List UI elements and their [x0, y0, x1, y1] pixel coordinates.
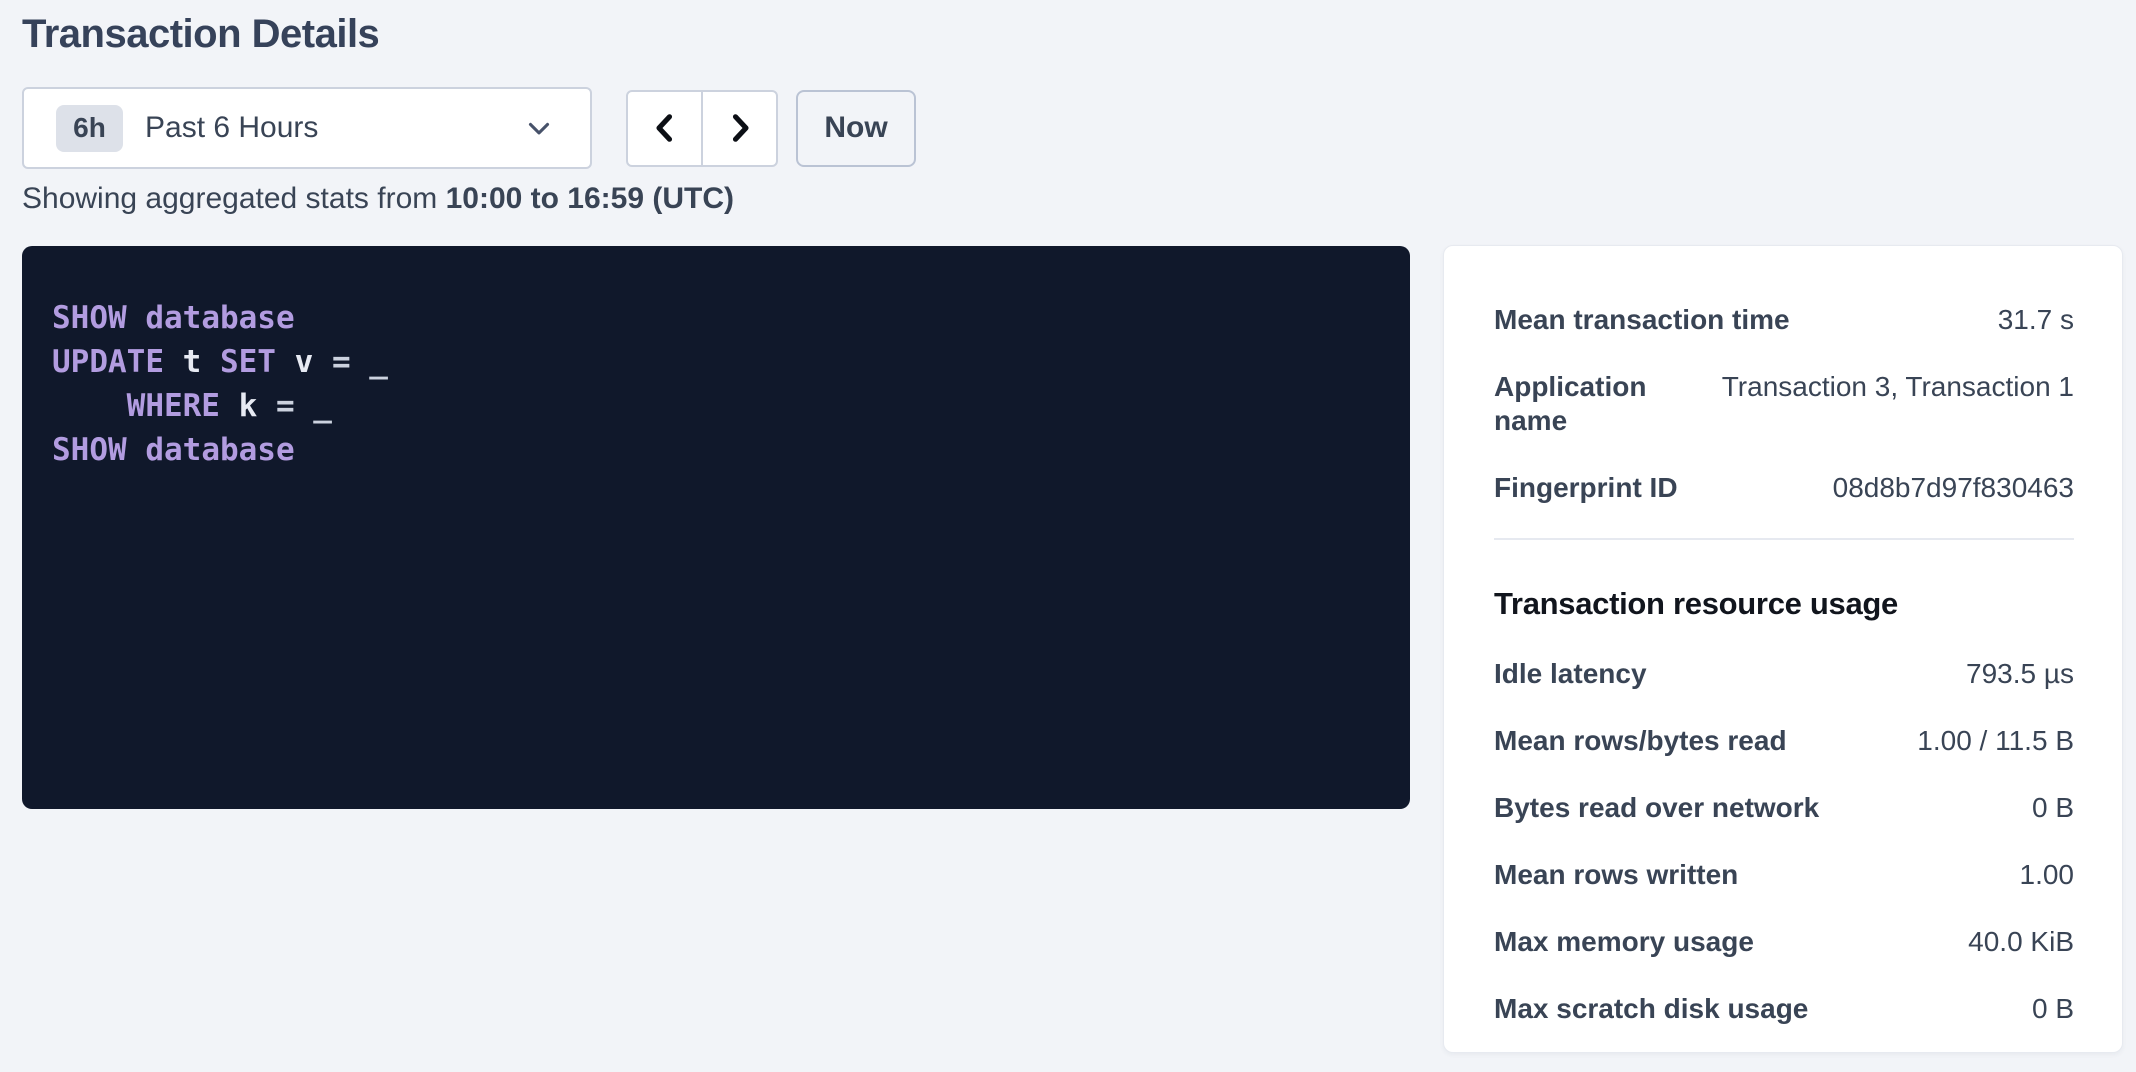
chevron-left-icon — [647, 110, 683, 146]
stat-value: Transaction 3, Transaction 1 — [1722, 370, 2074, 404]
stat-label: Mean rows written — [1494, 858, 1758, 892]
chevron-right-icon — [722, 110, 758, 146]
now-button[interactable]: Now — [796, 90, 916, 167]
previous-interval-button[interactable] — [626, 90, 703, 167]
sql-line: WHERE k = _ — [52, 384, 1380, 428]
stat-row-fingerprint-id: Fingerprint ID 08d8b7d97f830463 — [1494, 471, 2074, 505]
card-divider — [1494, 538, 2074, 540]
stat-row-bytes-read-over-network: Bytes read over network 0 B — [1494, 791, 2074, 825]
stat-label: Fingerprint ID — [1494, 471, 1698, 505]
time-range-label: Past 6 Hours — [145, 111, 318, 145]
stat-row-mean-transaction-time: Mean transaction time 31.7 s — [1494, 303, 2074, 337]
stat-value: 793.5 µs — [1966, 657, 2074, 691]
time-range-badge: 6h — [56, 105, 123, 152]
aggregation-summary-range: 10:00 to 16:59 (UTC) — [446, 182, 734, 215]
transaction-details-card: Mean transaction time 31.7 s Application… — [1443, 245, 2123, 1053]
sql-token: SHOW — [52, 432, 145, 468]
stat-label: Mean rows/bytes read — [1494, 724, 1807, 758]
stat-value: 40.0 KiB — [1968, 925, 2074, 959]
sql-line: SHOW database — [52, 428, 1380, 472]
sql-token: t — [183, 344, 220, 380]
stat-row-max-memory-usage: Max memory usage 40.0 KiB — [1494, 925, 2074, 959]
sql-token: _ — [313, 388, 332, 424]
stat-value: 0 B — [2032, 791, 2074, 825]
sql-token: _ — [369, 344, 388, 380]
next-interval-button[interactable] — [701, 90, 778, 167]
stat-label: Bytes read over network — [1494, 791, 1839, 825]
aggregation-summary-prefix: Showing aggregated stats from — [22, 182, 446, 215]
sql-token: k — [239, 388, 276, 424]
stat-row-mean-rows-written: Mean rows written 1.00 — [1494, 858, 2074, 892]
time-nav-button-group — [626, 90, 778, 167]
stat-value: 0 B — [2032, 992, 2074, 1026]
sql-line: SHOW database — [52, 296, 1380, 340]
time-range-dropdown[interactable]: 6h Past 6 Hours — [22, 87, 592, 169]
stat-label: Max memory usage — [1494, 925, 1774, 959]
stat-label: Application name — [1494, 370, 1722, 438]
stat-row-mean-rows-bytes-read: Mean rows/bytes read 1.00 / 11.5 B — [1494, 724, 2074, 758]
stat-label: Mean transaction time — [1494, 303, 1810, 337]
sql-token: SET — [220, 344, 295, 380]
sql-token: = — [332, 344, 369, 380]
page-title: Transaction Details — [22, 12, 379, 57]
stat-row-max-scratch-disk-usage: Max scratch disk usage 0 B — [1494, 992, 2074, 1026]
sql-statement-box: SHOW database UPDATE t SET v = _ WHERE k… — [22, 246, 1410, 809]
stat-value: 1.00 / 11.5 B — [1917, 724, 2074, 758]
sql-token: SHOW — [52, 300, 145, 336]
stat-value: 08d8b7d97f830463 — [1833, 471, 2074, 505]
stat-label: Idle latency — [1494, 657, 1667, 691]
sql-token: WHERE — [52, 388, 239, 424]
stat-label: Max scratch disk usage — [1494, 992, 1828, 1026]
stat-row-application-name: Application name Transaction 3, Transact… — [1494, 370, 2074, 438]
stat-value: 1.00 — [2020, 858, 2075, 892]
sql-line: UPDATE t SET v = _ — [52, 340, 1380, 384]
aggregation-summary: Showing aggregated stats from 10:00 to 1… — [22, 182, 734, 216]
chevron-down-icon — [522, 111, 556, 145]
time-picker-controls: 6h Past 6 Hours Now — [22, 87, 916, 169]
sql-token: = — [276, 388, 313, 424]
sql-token: database — [145, 432, 294, 468]
stat-row-idle-latency: Idle latency 793.5 µs — [1494, 657, 2074, 691]
sql-token: v — [295, 344, 332, 380]
resource-usage-heading: Transaction resource usage — [1494, 585, 2074, 623]
sql-token: UPDATE — [52, 344, 183, 380]
stat-value: 31.7 s — [1998, 303, 2074, 337]
sql-token: database — [145, 300, 294, 336]
